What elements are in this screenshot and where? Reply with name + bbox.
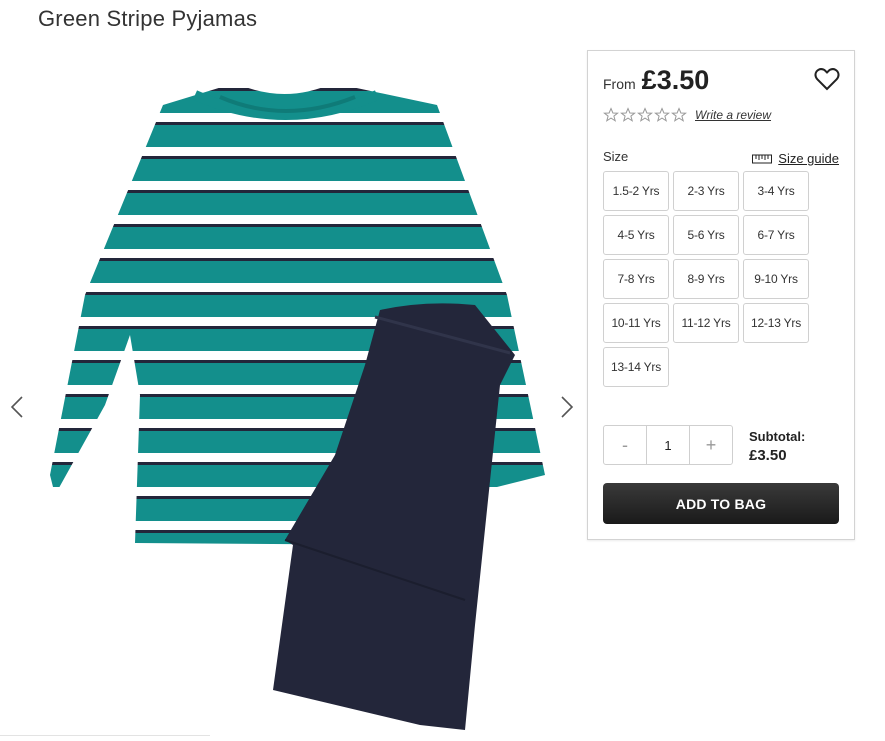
size-guide-link[interactable]: Size guide [752, 151, 839, 166]
size-selector: 1.5-2 Yrs 2-3 Yrs 3-4 Yrs 4-5 Yrs 5-6 Yr… [603, 171, 809, 387]
size-option[interactable]: 1.5-2 Yrs [603, 171, 669, 211]
quantity-decrease-button[interactable]: - [604, 426, 646, 464]
size-option[interactable]: 10-11 Yrs [603, 303, 669, 343]
size-option[interactable]: 13-14 Yrs [603, 347, 669, 387]
price-from-label: From [603, 76, 636, 92]
size-option[interactable]: 12-13 Yrs [743, 303, 809, 343]
purchase-panel: From £3.50 Write a review Size Size guid… [587, 50, 855, 540]
product-gallery [0, 50, 585, 740]
quantity-value[interactable]: 1 [646, 426, 690, 464]
price-value: £3.50 [641, 65, 710, 95]
size-option[interactable]: 8-9 Yrs [673, 259, 739, 299]
size-option[interactable]: 11-12 Yrs [673, 303, 739, 343]
wishlist-button[interactable] [813, 65, 841, 93]
rating-row: Write a review [603, 107, 771, 123]
add-to-bag-button[interactable]: ADD TO BAG [603, 483, 839, 524]
size-option[interactable]: 2-3 Yrs [673, 171, 739, 211]
quantity-increase-button[interactable]: + [690, 426, 732, 464]
subtotal-label: Subtotal: [749, 429, 806, 444]
heart-icon [814, 68, 840, 91]
size-label: Size [603, 149, 629, 164]
divider [0, 735, 210, 736]
size-option[interactable]: 9-10 Yrs [743, 259, 809, 299]
write-review-link[interactable]: Write a review [695, 108, 771, 122]
ruler-icon [752, 154, 773, 163]
quantity-stepper: - 1 + [603, 425, 733, 465]
star-icon [603, 107, 619, 122]
star-icon [637, 107, 653, 122]
gallery-next-button[interactable] [555, 395, 579, 419]
size-option[interactable]: 3-4 Yrs [743, 171, 809, 211]
star-rating [603, 107, 687, 123]
size-option[interactable]: 4-5 Yrs [603, 215, 669, 255]
star-icon [620, 107, 636, 122]
gallery-prev-button[interactable] [5, 395, 29, 419]
star-icon [671, 107, 687, 122]
price-row: From £3.50 [603, 65, 709, 96]
size-option[interactable]: 5-6 Yrs [673, 215, 739, 255]
chevron-left-icon [10, 396, 23, 418]
subtotal-value: £3.50 [749, 447, 787, 464]
size-option[interactable]: 6-7 Yrs [743, 215, 809, 255]
size-option[interactable]: 7-8 Yrs [603, 259, 669, 299]
size-guide-label: Size guide [778, 151, 839, 166]
chevron-right-icon [561, 396, 574, 418]
page-title: Green Stripe Pyjamas [38, 6, 258, 31]
product-image [50, 83, 545, 730]
star-icon [654, 107, 670, 122]
subtotal: Subtotal: £3.50 [749, 429, 805, 464]
